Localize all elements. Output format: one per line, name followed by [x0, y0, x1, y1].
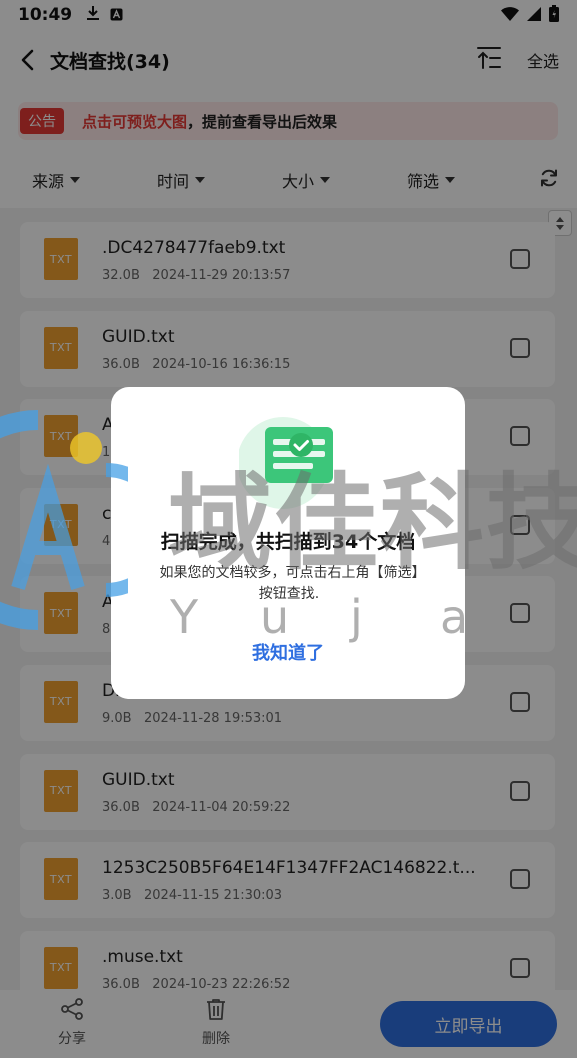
- dialog-title: 扫描完成，共扫描到34个文档: [160, 531, 416, 553]
- dialog-description: 如果您的文档较多，可点击右上角【筛选】按钮查找.: [159, 565, 419, 602]
- confirm-button[interactable]: 我知道了: [111, 639, 465, 665]
- scan-complete-dialog: 扫描完成，共扫描到34个文档 如果您的文档较多，可点击右上角【筛选】按钮查找. …: [111, 387, 465, 699]
- document-check-icon: [237, 409, 339, 509]
